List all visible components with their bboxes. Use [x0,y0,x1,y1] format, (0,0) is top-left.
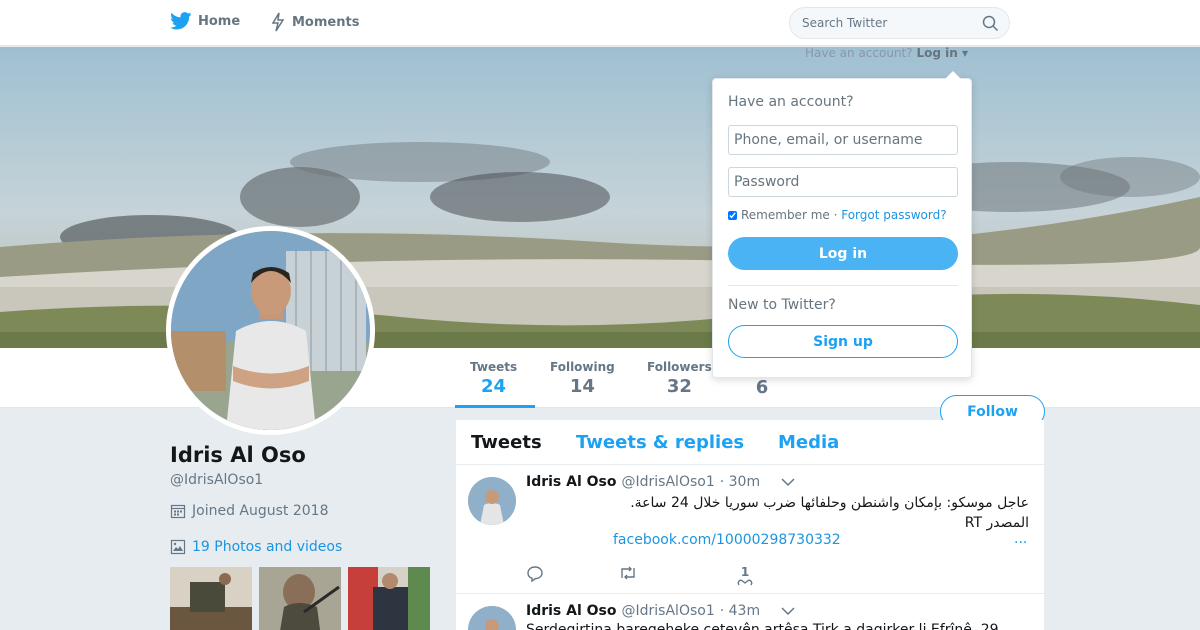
username-field[interactable] [728,125,958,155]
forgot-password-link[interactable]: Forgot password? [841,208,946,222]
tweet-avatar[interactable] [468,606,516,630]
tweet-text: عاجل موسكو: بإمكان واشنطن وحلفائها ضرب س… [526,493,1029,533]
like-action[interactable]: 1 [730,565,760,589]
search-box [789,7,1010,39]
media-thumbnail[interactable] [170,567,252,630]
heart-icon [737,579,753,586]
stat-value: 14 [569,376,595,397]
stat-followers[interactable]: Followers 32 [647,360,712,397]
divider [728,285,958,286]
stat-value: 6 [755,377,769,398]
retweet-action[interactable] [618,565,710,581]
tweet-author-name[interactable]: Idris Al Oso [526,474,617,490]
photos-videos-label: 19 Photos and videos [192,539,343,555]
tweet-text-line: عاجل موسكو: بإمكان واشنطن وحلفائها ضرب س… [630,495,1029,511]
caret-down-icon: ▾ [961,46,968,60]
stat-following[interactable]: Following 14 [550,360,615,397]
tweet-timestamp[interactable]: · 43m [720,603,760,619]
login-toggle-label: Log in [916,46,958,60]
media-thumbnails [170,567,430,630]
retweet-icon [621,566,635,580]
tweet-link[interactable]: facebook.com/10000298730332 [613,532,841,548]
tweet-header: Idris Al Oso @IdrisAlOso1 · 30m [526,474,795,490]
signup-button[interactable]: Sign up [728,325,958,358]
tweet-header: Idris Al Oso @IdrisAlOso1 · 43m [526,603,795,619]
stat-label: Tweets [470,360,518,374]
tweet-author-name[interactable]: Idris Al Oso [526,603,617,619]
nav-moments[interactable]: Moments [270,12,359,32]
tweet-text: Serdegirtina baregeheke çetevên artêşa T… [526,622,999,630]
dropdown-caret [945,71,961,79]
nav-home[interactable]: Home [170,12,240,30]
tab-tweets[interactable]: Tweets [471,432,542,453]
login-button[interactable]: Log in [728,237,958,270]
search-input[interactable] [790,8,970,38]
twitter-bird-icon [170,12,192,30]
tweet-author-handle[interactable]: @IdrisAlOso1 [622,474,715,490]
calendar-icon [170,504,186,519]
stat-tweets[interactable]: Tweets 24 [470,360,517,397]
tweet[interactable]: Idris Al Oso @IdrisAlOso1 · 43m Serdegir… [456,594,1044,630]
active-stat-underline [455,405,535,408]
remember-row: Remember me · Forgot password? [728,208,947,222]
tweet-author-handle[interactable]: @IdrisAlOso1 [622,603,715,619]
tweet[interactable]: Idris Al Oso @IdrisAlOso1 · 30m عاجل موس… [456,465,1044,594]
remember-label[interactable]: Remember me [741,208,830,222]
reply-action[interactable] [526,565,618,583]
password-field[interactable] [728,167,958,197]
timeline: Tweets Tweets & replies Media Idris Al O… [456,420,1044,630]
reply-icon [527,566,543,583]
nav-home-label: Home [198,13,241,29]
new-to-twitter-label: New to Twitter? [728,297,836,313]
profile-name[interactable]: Idris Al Oso [170,443,306,467]
tweet-text-line: المصدر RT [964,515,1029,531]
tweet-more-link[interactable]: ... [1014,531,1027,547]
tweet-timestamp[interactable]: · 30m [720,474,760,490]
stat-label: Followers [647,360,712,374]
login-dropdown: Have an account? Remember me · Forgot pa… [712,71,972,378]
tweet-actions: 1 [526,565,760,589]
stat-label: Following [550,360,615,374]
profile-avatar[interactable] [166,226,375,435]
chevron-down-icon[interactable] [781,606,795,616]
joined-text: Joined August 2018 [192,503,329,519]
timeline-tabs: Tweets Tweets & replies Media [456,420,1044,465]
profile-handle[interactable]: @IdrisAlOso1 [170,472,263,488]
separator: · [829,208,842,222]
lightning-icon [271,12,285,32]
stat-value: 24 [481,376,507,397]
tab-tweets-replies[interactable]: Tweets & replies [576,432,744,453]
joined-date: Joined August 2018 [170,503,328,519]
magnifier-icon[interactable] [982,15,999,32]
photos-videos-link[interactable]: 19 Photos and videos [170,539,342,555]
media-thumbnail[interactable] [348,567,430,630]
account-prompt-text: Have an account? [805,46,913,60]
top-nav-bar: Home Moments [0,0,1200,46]
image-icon [170,539,186,555]
nav-moments-label: Moments [292,14,360,30]
tweet-avatar[interactable] [468,477,516,525]
login-dropdown-title: Have an account? [728,94,854,110]
login-dropdown-toggle[interactable]: Log in ▾ [916,46,968,60]
chevron-down-icon[interactable] [781,477,795,487]
remember-checkbox[interactable] [728,210,737,220]
tab-media[interactable]: Media [778,432,839,453]
account-prompt: Have an account? Log in ▾ [805,46,968,60]
stat-value: 32 [666,376,692,397]
like-count: 1 [740,565,750,579]
media-thumbnail[interactable] [259,567,341,630]
